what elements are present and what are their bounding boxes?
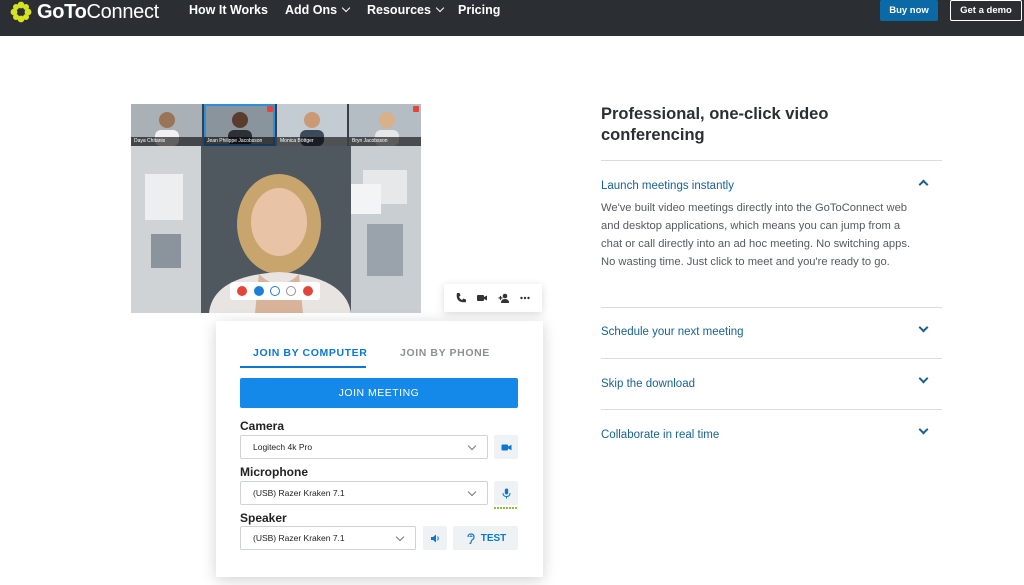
speaker-volume-button[interactable] — [423, 526, 447, 550]
nav-how-it-works[interactable]: How It Works — [189, 3, 268, 17]
divider — [601, 358, 942, 359]
video-icon[interactable] — [253, 286, 264, 296]
speaking-badge — [413, 106, 419, 112]
participant-thumb[interactable]: Daya Chitanis — [131, 104, 202, 146]
chat-icon[interactable] — [269, 286, 280, 296]
chevron-down-icon[interactable] — [918, 322, 929, 333]
get-demo-button[interactable]: Get a demo — [950, 0, 1022, 21]
nav-add-ons[interactable]: Add Ons — [285, 3, 351, 17]
test-speaker-button[interactable]: TEST — [453, 526, 518, 550]
accordion-collaborate[interactable]: Collaborate in real time — [601, 429, 719, 441]
add-icon[interactable] — [286, 286, 297, 296]
tab-join-by-computer[interactable]: JOIN BY COMPUTER — [253, 347, 367, 359]
video-camera-icon — [501, 444, 511, 450]
nav-pricing[interactable]: Pricing — [458, 3, 500, 17]
brand-name: GoToConnect — [37, 0, 159, 23]
camera-select-value: Logitech 4k Pro — [253, 442, 313, 452]
more-icon[interactable] — [519, 292, 531, 304]
join-meeting-card: JOIN BY COMPUTER JOIN BY PHONE JOIN MEET… — [216, 321, 543, 577]
divider — [601, 307, 942, 308]
nav-resources[interactable]: Resources — [367, 3, 445, 17]
participant-thumb[interactable]: Monica Böttger — [277, 104, 347, 146]
test-label: TEST — [480, 532, 507, 544]
brand-logo[interactable]: GoToConnect — [10, 1, 159, 23]
speaker-icon — [430, 534, 439, 542]
participant-name: Monica Böttger — [277, 137, 347, 146]
divider — [601, 409, 942, 410]
quick-action-toolbar — [444, 284, 542, 312]
camera-label: Camera — [240, 419, 285, 433]
speaker-select-value: (USB) Razer Kraken 7.1 — [253, 533, 345, 543]
participant-name: Bryn Jacobsson — [349, 137, 421, 146]
add-person-icon[interactable] — [498, 292, 510, 304]
join-meeting-button[interactable]: JOIN MEETING — [240, 378, 518, 408]
microphone-icon — [502, 488, 510, 498]
chevron-down-icon — [395, 532, 405, 542]
speaking-badge — [267, 106, 273, 112]
participant-thumb-active[interactable]: Jean Philippe Jacobsson — [204, 104, 275, 146]
camera-toggle-button[interactable] — [494, 435, 518, 459]
accordion-schedule-meeting[interactable]: Schedule your next meeting — [601, 326, 744, 338]
microphone-toggle-button[interactable] — [494, 481, 518, 505]
top-nav: GoToConnect How It Works Add Ons Resourc… — [0, 0, 1024, 36]
chevron-down-icon — [341, 3, 351, 13]
accordion-body-text: We've built video meetings directly into… — [601, 202, 911, 268]
logo-flower-icon — [10, 1, 32, 23]
participant-strip: Daya Chitanis Jean Philippe Jacobsson Mo… — [131, 104, 421, 146]
chevron-down-icon — [467, 487, 477, 497]
accordion-skip-download[interactable]: Skip the download — [601, 378, 695, 390]
phone-icon[interactable] — [455, 292, 467, 304]
chevron-down-icon[interactable] — [918, 373, 929, 384]
mute-icon[interactable] — [237, 286, 248, 296]
participant-name: Jean Philippe Jacobsson — [204, 137, 275, 146]
microphone-label: Microphone — [240, 465, 308, 479]
tab-join-by-phone[interactable]: JOIN BY PHONE — [400, 347, 490, 359]
hangup-icon[interactable] — [302, 286, 313, 296]
chevron-down-icon[interactable] — [918, 424, 929, 435]
video-call-preview: Daya Chitanis Jean Philippe Jacobsson Mo… — [131, 104, 421, 313]
mic-level-meter — [494, 507, 518, 509]
active-tab-indicator — [240, 366, 366, 368]
buy-now-button[interactable]: Buy now — [880, 0, 938, 21]
chevron-up-icon[interactable] — [918, 179, 929, 190]
chevron-down-icon — [435, 3, 445, 13]
speaker-label: Speaker — [240, 511, 287, 525]
microphone-select[interactable]: (USB) Razer Kraken 7.1 — [240, 481, 488, 505]
camera-icon[interactable] — [476, 292, 488, 304]
ear-icon — [467, 532, 475, 544]
participant-name: Daya Chitanis — [131, 137, 202, 146]
camera-select[interactable]: Logitech 4k Pro — [240, 435, 488, 459]
section-heading: Professional, one-click video conferenci… — [601, 105, 829, 144]
speaker-select[interactable]: (USB) Razer Kraken 7.1 — [240, 526, 416, 550]
participant-thumb[interactable]: Bryn Jacobsson — [349, 104, 421, 146]
accordion-launch-meetings[interactable]: Launch meetings instantly — [601, 180, 734, 192]
divider — [601, 160, 942, 161]
microphone-select-value: (USB) Razer Kraken 7.1 — [253, 488, 345, 498]
call-controls — [230, 282, 320, 300]
chevron-down-icon — [467, 441, 477, 451]
